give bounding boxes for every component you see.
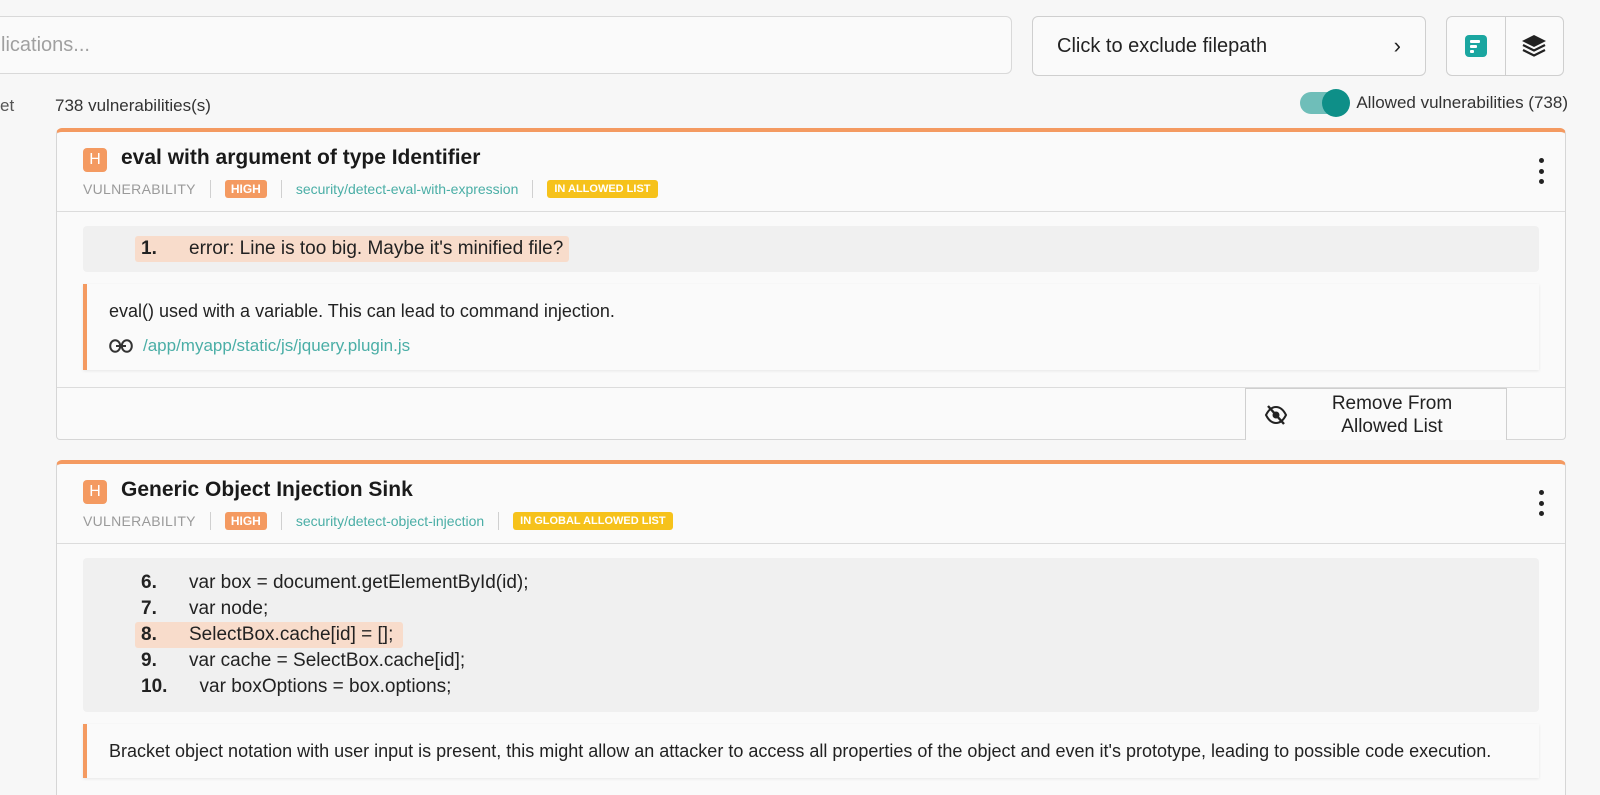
divider (498, 512, 500, 530)
card-footer: Remove From Allowed List (57, 387, 1565, 440)
more-options-icon[interactable] (1535, 490, 1547, 516)
code-text: var node; (189, 598, 269, 619)
line-number: 10. (141, 676, 168, 697)
code-line: 10. var boxOptions = box.options; (83, 674, 1539, 700)
rule-link[interactable]: security/detect-object-injection (296, 513, 484, 529)
severity-letter-badge: H (83, 480, 107, 504)
layers-icon (1522, 35, 1547, 57)
divider (209, 512, 211, 530)
line-number: 6. (141, 572, 157, 593)
divider (280, 180, 282, 198)
allowed-vulnerabilities-toggle[interactable] (1300, 89, 1351, 117)
view-toggle-group (1446, 16, 1564, 76)
chart-view-button[interactable] (1447, 17, 1505, 75)
divider (532, 180, 534, 198)
vulnerability-count: 738 vulnerabilities(s) (55, 96, 211, 115)
code-text: var boxOptions = box.options; (189, 676, 452, 697)
vulnerability-card: H eval with argument of type Identifier … (56, 128, 1566, 440)
description-text: eval() used with a variable. This can le… (109, 301, 615, 321)
card-header: H eval with argument of type Identifier … (57, 132, 1565, 212)
remove-label-line1: Remove From (1331, 392, 1453, 414)
more-options-icon[interactable] (1535, 158, 1547, 184)
search-input[interactable] (1, 33, 1011, 57)
link-icon (109, 339, 133, 353)
vulnerability-description: Bracket object notation with user input … (83, 724, 1539, 778)
severity-badge: HIGH (224, 512, 267, 530)
eye-off-icon (1264, 404, 1288, 425)
exclude-filepath-label: Click to exclude filepath (1057, 34, 1268, 57)
line-number: 9. (141, 650, 157, 671)
vulnerability-description: eval() used with a variable. This can le… (83, 284, 1539, 370)
divider (280, 512, 282, 530)
vulnerability-card: H Generic Object Injection Sink VULNERAB… (56, 460, 1566, 795)
code-line: 8. SelectBox.cache[id] = []; (83, 622, 1539, 648)
search-box[interactable] (0, 16, 1012, 74)
vulnerability-type: VULNERABILITY (83, 181, 196, 197)
code-line: 6. var box = document.getElementById(id); (83, 570, 1539, 596)
chevron-right-icon: › (1393, 33, 1401, 58)
severity-letter-badge: H (83, 148, 107, 172)
chart-bars-icon (1464, 35, 1487, 57)
description-text: Bracket object notation with user input … (109, 741, 1492, 761)
remove-from-allowed-list-button[interactable]: Remove From Allowed List (1245, 388, 1507, 440)
vulnerability-title: Generic Object Injection Sink (121, 478, 413, 501)
divider (209, 180, 211, 198)
sidebar-label-fragment: et (0, 96, 15, 115)
line-number: 7. (141, 598, 157, 619)
severity-badge: HIGH (224, 180, 267, 198)
rule-link[interactable]: security/detect-eval-with-expression (296, 181, 519, 197)
toggle-knob (1322, 89, 1351, 117)
allowed-list-badge: IN ALLOWED LIST (547, 180, 658, 198)
vulnerability-meta: VULNERABILITY HIGH security/detect-eval-… (83, 180, 658, 198)
code-snippet: 6. var box = document.getElementById(id);… (83, 558, 1539, 712)
remove-label-line2: Allowed List (1341, 415, 1443, 437)
code-line: 7. var node; (83, 596, 1539, 622)
line-number: 1. (141, 238, 157, 259)
vulnerability-meta: VULNERABILITY HIGH security/detect-objec… (83, 512, 673, 530)
code-text: var cache = SelectBox.cache[id]; (189, 650, 466, 671)
code-line: 1. error: Line is too big. Maybe it's min… (83, 236, 1539, 262)
file-path: /app/myapp/static/js/jquery.plugin.js (143, 336, 411, 355)
allowed-vulnerabilities-label: Allowed vulnerabilities (738) (1356, 93, 1568, 112)
code-snippet: 1. error: Line is too big. Maybe it's min… (83, 226, 1539, 272)
vulnerability-type: VULNERABILITY (83, 513, 196, 529)
line-number: 8. (141, 624, 157, 645)
code-line: 9. var cache = SelectBox.cache[id]; (83, 648, 1539, 674)
allowed-vulnerabilities-toggle-group: Allowed vulnerabilities (738) (1300, 89, 1568, 117)
code-text: SelectBox.cache[id] = []; (189, 624, 394, 645)
remove-button-label: Remove From Allowed List (1288, 392, 1506, 438)
code-text: error: Line is too big. Maybe it's minif… (189, 238, 564, 259)
card-header: H Generic Object Injection Sink VULNERAB… (57, 464, 1565, 544)
code-text: var box = document.getElementById(id); (189, 572, 529, 593)
file-link[interactable]: /app/myapp/static/js/jquery.plugin.js (109, 336, 1517, 356)
layers-view-button[interactable] (1504, 17, 1564, 75)
exclude-filepath-button[interactable]: Click to exclude filepath › (1032, 16, 1426, 76)
vulnerability-title: eval with argument of type Identifier (121, 146, 481, 169)
global-allowed-list-badge: IN GLOBAL ALLOWED LIST (513, 512, 673, 530)
